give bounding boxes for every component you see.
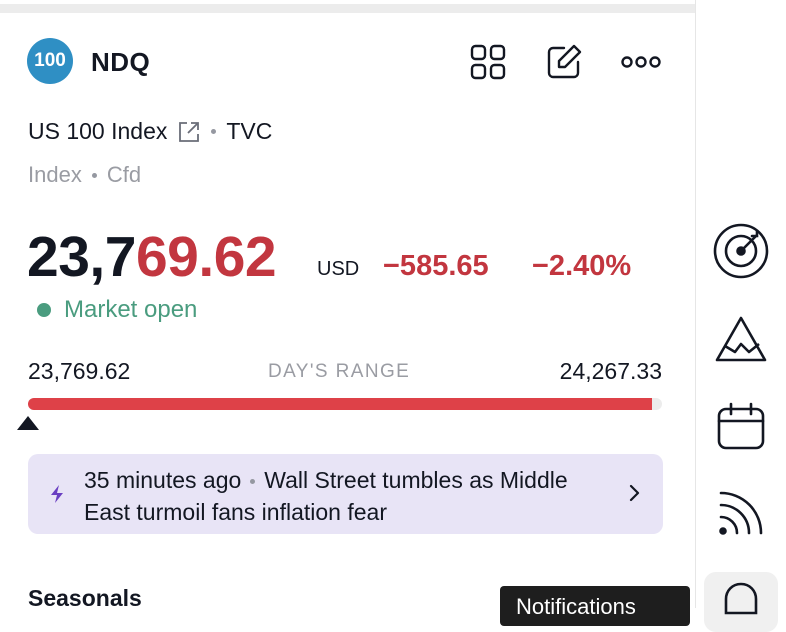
calendar-icon	[717, 402, 765, 450]
sidebar-item-ideas[interactable]	[712, 309, 770, 367]
more-button[interactable]	[619, 40, 663, 84]
price-change: −585.65	[383, 250, 489, 282]
grid-icon	[470, 44, 506, 80]
signal-icon	[719, 491, 763, 535]
symbol-logo: 100	[27, 38, 73, 84]
edit-icon	[547, 44, 582, 79]
symbol-type-row: Index Cfd	[28, 162, 141, 188]
notifications-tooltip: Notifications	[500, 586, 690, 626]
right-sidebar	[696, 0, 786, 632]
price-change-percent: −2.40%	[532, 250, 632, 282]
last-price: 23,769.62	[27, 222, 277, 292]
symbol-name-row: US 100 Index TVC	[28, 118, 272, 145]
separator-dot	[250, 479, 256, 485]
more-icon	[621, 56, 661, 68]
sidebar-item-streams[interactable]	[712, 484, 770, 542]
news-text: 35 minutes ago Wall Street tumbles as Mid…	[84, 464, 604, 528]
sidebar-item-calendar[interactable]	[712, 397, 770, 455]
lightning-icon	[51, 485, 63, 503]
market-status: Market open	[37, 296, 197, 324]
external-link-icon[interactable]	[177, 120, 201, 144]
days-range-label: DAY'S RANGE	[268, 361, 411, 382]
exchange-name[interactable]: TVC	[226, 118, 272, 145]
price-changed-part: 69.62	[135, 225, 277, 289]
target-icon	[713, 223, 769, 279]
news-banner[interactable]: 35 minutes ago Wall Street tumbles as Mid…	[28, 454, 663, 534]
symbol-type: Index	[28, 162, 82, 187]
chevron-right-icon	[629, 484, 640, 502]
layout-grid-button[interactable]	[466, 40, 510, 84]
separator-dot	[91, 172, 97, 178]
logo-text: 100	[34, 50, 66, 71]
news-time: 35 minutes ago	[84, 467, 242, 493]
days-range-high: 24,267.33	[559, 358, 662, 384]
bell-icon	[724, 582, 758, 615]
days-range-bar	[28, 398, 662, 410]
symbol-full-name[interactable]: US 100 Index	[28, 118, 167, 145]
price-currency: USD	[317, 258, 360, 280]
market-status-text: Market open	[64, 296, 198, 323]
days-range-fill	[28, 398, 653, 410]
symbol-subtype: Cfd	[106, 162, 142, 187]
sidebar-item-technicals[interactable]	[712, 222, 770, 280]
days-range-low: 23,769.62	[28, 358, 131, 384]
current-price-marker	[17, 416, 39, 430]
symbol-ticker[interactable]: NDQ	[91, 47, 150, 78]
separator-dot	[211, 129, 217, 134]
sidebar-item-notifications[interactable]	[704, 572, 778, 632]
price-unchanged-part: 23,7	[27, 225, 136, 289]
edit-button[interactable]	[542, 40, 586, 84]
market-status-dot	[37, 303, 51, 317]
top-strip	[0, 0, 695, 13]
ideas-icon	[715, 316, 767, 362]
